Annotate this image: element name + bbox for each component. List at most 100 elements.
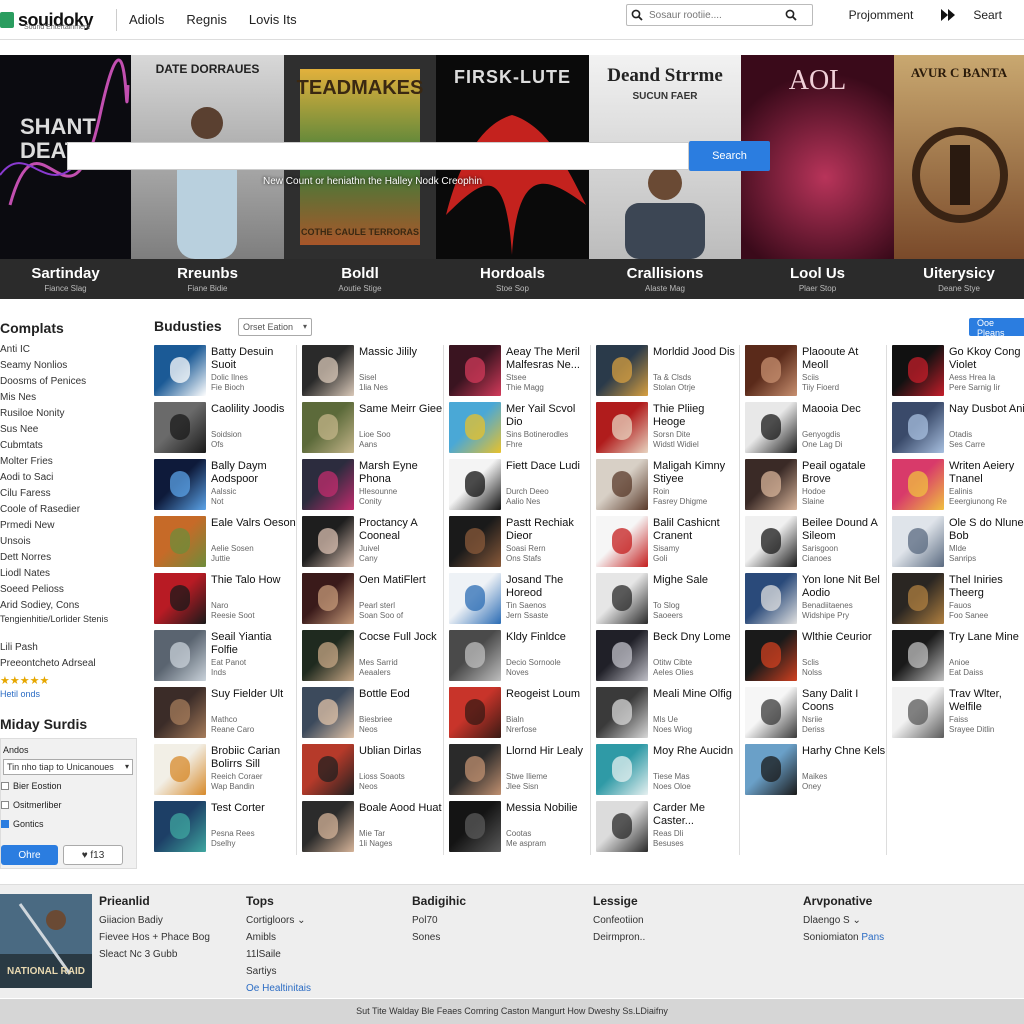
footer-link[interactable]: Deirmpron.. <box>593 929 645 946</box>
sidebar-item[interactable]: Unsois <box>0 534 140 550</box>
album-card[interactable]: Thie Talo How Naro Reesie Soot <box>154 573 296 630</box>
album-thumbnail[interactable] <box>302 630 354 681</box>
album-thumbnail[interactable] <box>449 516 501 567</box>
album-thumbnail[interactable] <box>745 744 797 795</box>
album-card[interactable]: Wlthie Ceurior Sclis Nolss <box>745 630 887 687</box>
album-title[interactable]: Boale Aood Huat <box>359 802 444 815</box>
album-thumbnail[interactable] <box>596 402 648 453</box>
album-title[interactable]: Mighe Sale <box>653 574 738 587</box>
album-thumbnail[interactable] <box>302 744 354 795</box>
album-thumbnail[interactable] <box>154 630 206 681</box>
album-title[interactable]: Cocse Full Jock <box>359 631 444 644</box>
checkbox[interactable] <box>1 820 9 828</box>
album-thumbnail[interactable] <box>596 801 648 852</box>
album-card[interactable]: Batty Desuin Suoit Dolic Ilnes Fie Bioch <box>154 345 296 402</box>
album-thumbnail[interactable] <box>892 516 944 567</box>
album-thumbnail[interactable] <box>745 402 797 453</box>
album-title[interactable]: Kldy Finldce <box>506 631 591 644</box>
album-title[interactable]: Meali Mine Olfig <box>653 688 738 701</box>
album-title[interactable]: Morldid Jood Dis <box>653 346 738 359</box>
album-card[interactable]: Carder Me Caster... Reas Dli Besuses <box>596 801 738 858</box>
album-thumbnail[interactable] <box>745 630 797 681</box>
album-card[interactable]: Pastt Rechiak Dieor Soasi Rern Ons Stafs <box>449 516 591 573</box>
album-card[interactable]: Maligah Kimny Stiyee Roin Fasrey Dhigme <box>596 459 738 516</box>
sidebar-item[interactable]: Cubmtats <box>0 438 140 454</box>
album-thumbnail[interactable] <box>745 516 797 567</box>
album-title[interactable]: Maooia Dec <box>802 403 887 416</box>
album-card[interactable]: Balil Cashicnt Cranent Sisamy Goli <box>596 516 738 573</box>
album-thumbnail[interactable] <box>302 573 354 624</box>
top-search-input[interactable] <box>647 6 781 24</box>
album-thumbnail[interactable] <box>449 630 501 681</box>
album-title[interactable]: Eale Valrs Oeson <box>211 517 296 530</box>
album-title[interactable]: Batty Desuin Suoit <box>211 346 296 372</box>
album-card[interactable]: Boale Aood Huat Mie Tar 1li Nages <box>302 801 444 858</box>
album-card[interactable]: Oen MatiFlert Pearl sterl Soan Soo of <box>302 573 444 630</box>
album-thumbnail[interactable] <box>449 402 501 453</box>
album-title[interactable]: Carder Me Caster... <box>653 802 738 828</box>
album-card[interactable]: Plaooute At Meoll Sciis Tiiy Fioerd <box>745 345 887 402</box>
album-thumbnail[interactable] <box>892 402 944 453</box>
album-card[interactable]: Seail Yiantia Folfie Eat Panot Inds <box>154 630 296 687</box>
sidebar-item[interactable]: Doosms of Penices <box>0 374 140 390</box>
footer-pans-link[interactable]: Pans <box>861 932 884 943</box>
album-title[interactable]: Same Meirr Giee <box>359 403 444 416</box>
album-thumbnail[interactable] <box>745 345 797 396</box>
album-title[interactable]: Massic Jilily <box>359 346 444 359</box>
album-title[interactable]: Mer Yail Scvol Dio <box>506 403 591 429</box>
album-title[interactable]: Plaooute At Meoll <box>802 346 887 372</box>
album-card[interactable]: Meali Mine Olfig Mls Ue Noes Wiog <box>596 687 738 744</box>
album-title[interactable]: Bottle Eod <box>359 688 444 701</box>
sidebar-item[interactable]: Tengienhitie/Lorlider Stenis <box>0 614 140 640</box>
album-thumbnail[interactable] <box>892 345 944 396</box>
album-card[interactable]: Sany Dalit I Coons Nsriie Deriss <box>745 687 887 744</box>
album-card[interactable]: Go Kkoy Cong Violet Aess Hrea Ia Pere Sarn… <box>892 345 1024 402</box>
hero-search-button[interactable]: Search <box>689 141 770 171</box>
album-title[interactable]: Messia Nobilie <box>506 802 591 815</box>
sidebar-item[interactable]: Molter Fries <box>0 454 140 470</box>
album-card[interactable]: Bottle Eod Biesbriee Neos <box>302 687 444 744</box>
featured-art[interactable]: NATIONAL RAID <box>0 894 92 988</box>
album-card[interactable]: Josand The Horeod Tin Saenos Jern Ssaste <box>449 573 591 630</box>
album-thumbnail[interactable] <box>154 459 206 510</box>
album-title[interactable]: Go Kkoy Cong Violet <box>949 346 1024 372</box>
album-card[interactable]: Mighe Sale To Slog Saoeers <box>596 573 738 630</box>
album-title[interactable]: Balil Cashicnt Cranent <box>653 517 738 543</box>
album-thumbnail[interactable] <box>596 459 648 510</box>
album-card[interactable]: Test Corter Pesna Rees Dselhy <box>154 801 296 858</box>
album-thumbnail[interactable] <box>154 402 206 453</box>
checkbox[interactable] <box>1 782 9 790</box>
album-title[interactable]: Fiett Dace Ludi <box>506 460 591 473</box>
sidebar-item[interactable]: Prmedi New <box>0 518 140 534</box>
check-bier-eostion[interactable]: Bier Eostion <box>1 781 62 791</box>
album-thumbnail[interactable] <box>154 345 206 396</box>
checkbox[interactable] <box>1 801 9 809</box>
fast-forward-icon[interactable] <box>941 8 957 22</box>
nav-item-adiols[interactable]: Adiols <box>129 12 164 27</box>
footer-link[interactable]: 11lSaile <box>246 946 311 963</box>
start-link[interactable]: Seart <box>973 8 1002 22</box>
sidebar-item[interactable]: Sus Nee <box>0 422 140 438</box>
sidebar-item[interactable]: Mis Nes <box>0 390 140 406</box>
album-card[interactable]: Thie Pliieg Heoge Sorsn Dite Widstl Widiel <box>596 402 738 459</box>
album-title[interactable]: Ublian Dirlas <box>359 745 444 758</box>
album-title[interactable]: Yon lone Nit Bel Aodio <box>802 574 887 600</box>
album-title[interactable]: Bally Daym Aodspoor <box>211 460 296 486</box>
album-card[interactable]: Writen Aeiery Tnanel Ealinis Eeergiunong R… <box>892 459 1024 516</box>
album-card[interactable]: Fiett Dace Ludi Durch Deeo Aalio Nes <box>449 459 591 516</box>
album-title[interactable]: Try Lane Mine <box>949 631 1024 644</box>
sidebar-item[interactable]: Lili Pash <box>0 640 140 656</box>
album-title[interactable]: Test Corter <box>211 802 296 815</box>
album-thumbnail[interactable] <box>892 573 944 624</box>
sidebar-item[interactable]: Cilu Faress <box>0 486 140 502</box>
album-title[interactable]: Writen Aeiery Tnanel <box>949 460 1024 486</box>
site-logo[interactable]: souidoky Sound Entertainment <box>0 0 112 40</box>
sidebar-item[interactable]: Coole of Rasedier <box>0 502 140 518</box>
album-title[interactable]: Thel Iniries Theerg <box>949 574 1024 600</box>
album-thumbnail[interactable] <box>302 402 354 453</box>
album-title[interactable]: Seail Yiantia Folfie <box>211 631 296 657</box>
album-title[interactable]: Caolility Joodis <box>211 403 296 416</box>
album-title[interactable]: Peail ogatale Brove <box>802 460 887 486</box>
album-card[interactable]: Eale Valrs Oeson Aelie Sosen Juttie <box>154 516 296 573</box>
album-thumbnail[interactable] <box>302 459 354 510</box>
